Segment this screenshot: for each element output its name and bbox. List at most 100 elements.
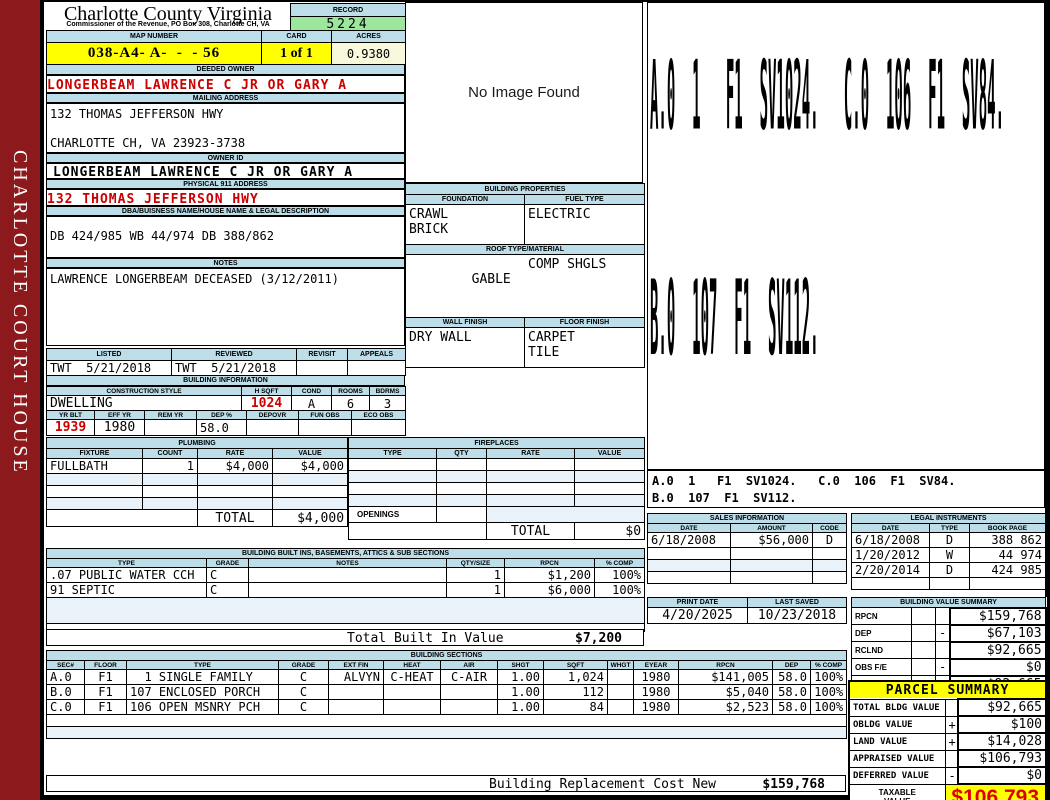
map-number-value: 038-A4- A- - - 56 — [46, 42, 262, 65]
bvs-label: RCLND — [851, 641, 912, 659]
parcel-label: LAND VALUE — [848, 732, 946, 751]
legal-bookpage: 424 985 — [969, 562, 1046, 578]
empty-cell — [436, 458, 487, 471]
hsqft-label: H SQFT — [241, 386, 292, 396]
building-properties-table: BUILDING PROPERTIES FOUNDATION FUEL TYPE… — [405, 183, 645, 368]
physical-address-value: 132 THOMAS JEFFERSON HWY — [46, 189, 405, 207]
notes-box: LAWRENCE LONGERBEAM DECEASED (3/12/2011) — [46, 268, 405, 346]
empty-cell — [45, 597, 646, 624]
floor-line1: CARPET — [528, 330, 575, 345]
bvs-value: $0 — [948, 657, 1047, 677]
empty-cell — [142, 485, 198, 498]
wall-finish-label: WALL FINISH — [405, 317, 525, 328]
dep-label: DEP % — [196, 410, 247, 420]
appeals-label: APPEALS — [347, 348, 406, 361]
empty-cell — [485, 506, 646, 523]
parcel-label: APPRAISED VALUE — [848, 749, 946, 768]
type-header: TYPE — [126, 660, 279, 670]
bvs-sign — [935, 607, 950, 625]
bi-rpcn-header: RPCN — [504, 558, 595, 568]
map-card-acres-table: MAP NUMBER CARD ACRES 038-A4- A- - - 56 … — [46, 30, 406, 65]
county-sidebar: CHARLOTTE COURT HOUSE — [0, 0, 44, 800]
bvs-pct — [911, 607, 936, 625]
sales-date-header: DATE — [647, 523, 731, 533]
section-extfin — [328, 699, 384, 715]
empty-cell — [811, 571, 848, 584]
rate-header: RATE — [197, 448, 273, 459]
sales-amount-header: AMOUNT — [730, 523, 813, 533]
legal-date: 2/20/2014 — [851, 562, 930, 578]
section-air — [440, 684, 498, 700]
legal-bookpage: 388 862 — [969, 532, 1046, 548]
air-header: AIR — [440, 660, 498, 670]
fuel-value: ELECTRIC — [524, 204, 645, 245]
section-rpcn: $141,005 — [678, 669, 773, 685]
acres-label: ACRES — [331, 30, 406, 43]
legal-type-header: TYPE — [929, 523, 970, 533]
section-id: B.0 — [46, 684, 85, 700]
sale-amount: $56,000 — [730, 532, 813, 548]
empty-cell — [647, 547, 731, 560]
building-properties-title: BUILDING PROPERTIES — [405, 183, 645, 195]
funobs-label: FUN OBS — [298, 410, 352, 420]
empty-cell — [271, 473, 349, 486]
legal-instruments-table: LEGAL INSTRUMENTS DATE TYPE BOOK PAGE 6/… — [851, 513, 1046, 590]
legal-bookpage-header: BOOK PAGE — [969, 523, 1046, 533]
parcel-value: $92,665 — [957, 698, 1047, 717]
heat-header: HEAT — [383, 660, 441, 670]
floor-finish-label: FLOOR FINISH — [524, 317, 645, 328]
reviewed-label: REVIEWED — [171, 348, 297, 361]
commissioner-line: Commissioner of the Revenue, PO Box 308,… — [66, 21, 270, 28]
section-sqft: 112 — [543, 684, 608, 700]
sketch-line2: B.0 107 F1 SV112. — [650, 265, 819, 384]
fixture-header: FIXTURE — [46, 448, 143, 459]
building-info-title: BUILDING INFORMATION — [46, 375, 405, 386]
section-sqft: 84 — [543, 699, 608, 715]
print-info-table: PRINT DATE LAST SAVED 4/20/2025 10/23/20… — [647, 597, 847, 624]
empty-cell — [197, 497, 273, 510]
legal-description-value: DB 424/985 WB 44/974 DB 388/862 — [50, 229, 274, 243]
built-in-type: 91 SEPTIC — [46, 582, 207, 598]
dep-header: DEP — [772, 660, 811, 670]
empty-cell — [486, 494, 575, 507]
revisit-value — [296, 360, 348, 376]
legal-title: LEGAL INSTRUMENTS — [851, 513, 1046, 524]
property-record-card: CHARLOTTE COURT HOUSE Charlotte County V… — [0, 0, 1050, 800]
appeals-value — [347, 360, 406, 376]
section-eyear: 1980 — [633, 699, 679, 715]
built-in-type: .07 PUBLIC WATER CCH — [46, 567, 207, 583]
wall-finish-value: DRY WALL — [405, 327, 525, 368]
empty-cell — [348, 494, 437, 507]
section-rpcn: $5,040 — [678, 684, 773, 700]
section-heat — [383, 699, 441, 715]
plumbing-title: PLUMBING — [45, 437, 349, 449]
sales-title: SALES INFORMATION — [646, 513, 848, 524]
rpcn-header: RPCN — [678, 660, 773, 670]
empty-cell — [811, 559, 848, 572]
section-whgt — [607, 699, 634, 715]
depovr-value — [246, 419, 299, 436]
built-in-notes — [248, 582, 447, 598]
mailing-line1: 132 THOMAS JEFFERSON HWY — [50, 107, 224, 121]
floor-line2: TILE — [528, 345, 560, 360]
empty-cell — [929, 577, 970, 590]
empty-cell — [647, 571, 731, 584]
foundation-line2: BRICK — [409, 222, 449, 237]
bi-comp-header: % COMP — [593, 558, 646, 568]
section-floor: F1 — [84, 669, 127, 685]
section-eyear: 1980 — [633, 669, 679, 685]
bvs-label: OBS F/E — [851, 658, 912, 676]
replacement-cost-label: Building Replacement Cost New — [489, 777, 716, 792]
record-label: RECORD — [290, 3, 406, 17]
taxable-value: $106,793 — [944, 783, 1047, 800]
remyr-label: REM YR — [144, 410, 197, 420]
floor-header: FLOOR — [84, 660, 127, 670]
parcel-summary-title: PARCEL SUMMARY — [848, 680, 1047, 700]
built-in-notes — [248, 567, 447, 583]
mailing-address-label: MAILING ADDRESS — [46, 93, 405, 103]
no-image-text: No Image Found — [468, 84, 580, 101]
whgt-header: WHGT — [607, 660, 634, 670]
fireplaces-table: FIREPLACES TYPE QTY RATE VALUE OPENINGS … — [347, 437, 646, 540]
plumbing-total-label: TOTAL — [197, 509, 273, 527]
built-in-grade: C — [206, 582, 249, 598]
